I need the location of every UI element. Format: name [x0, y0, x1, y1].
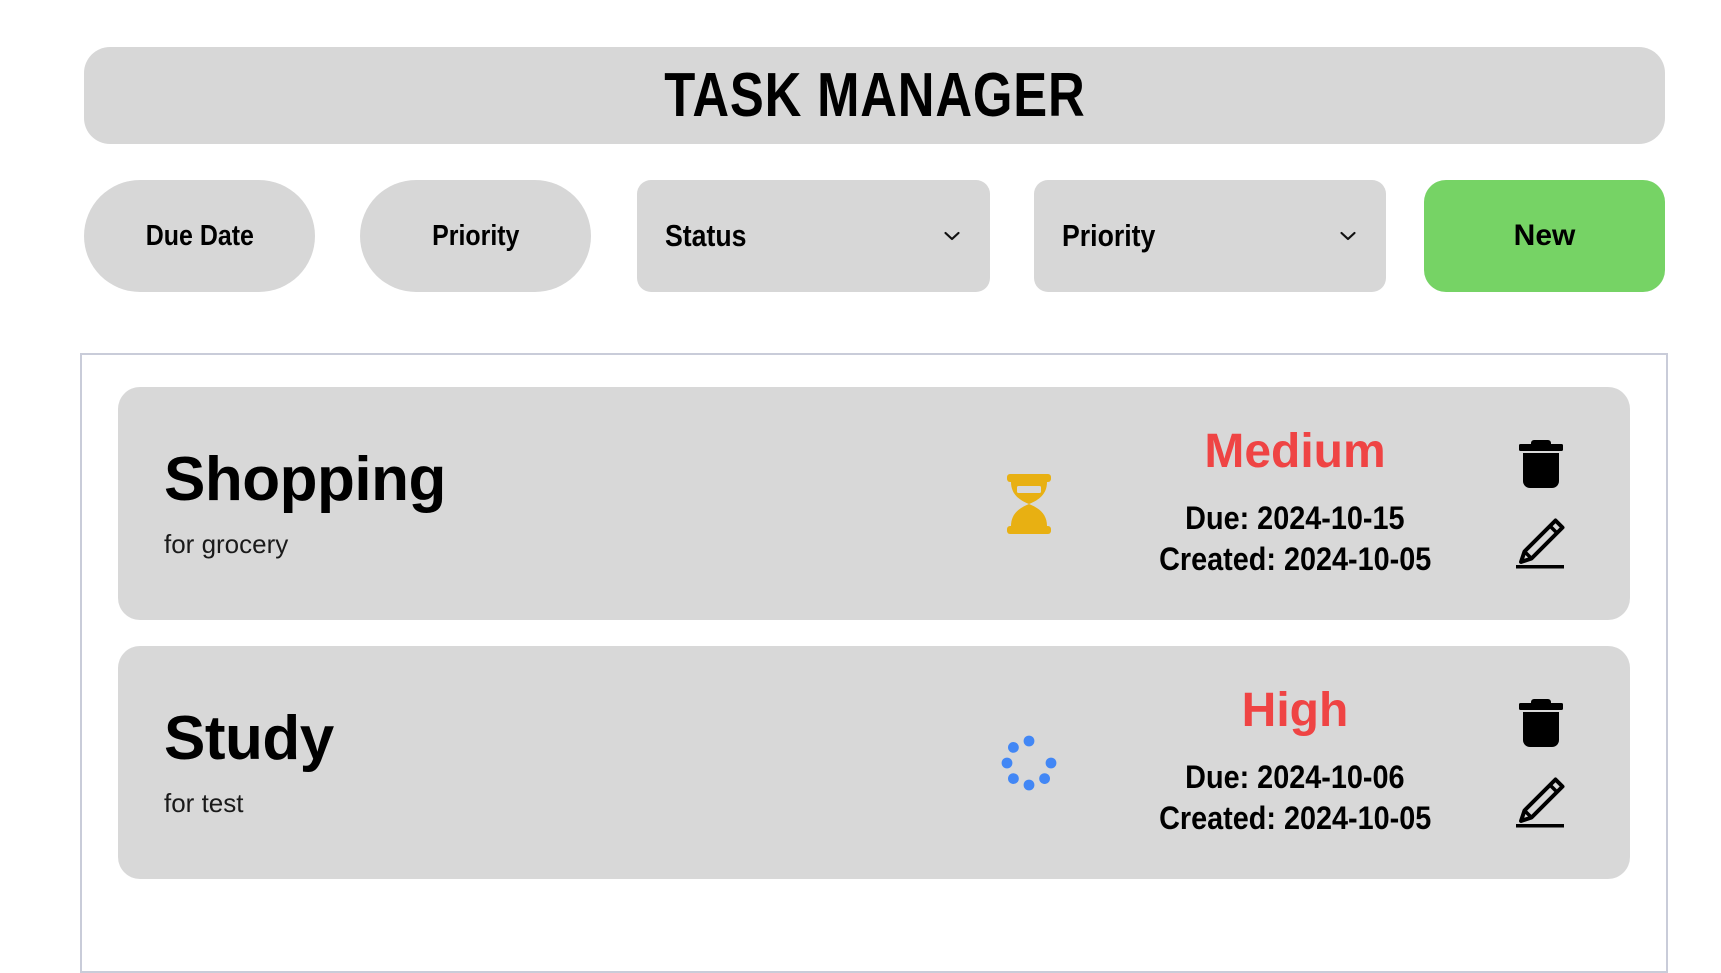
- edit-task-button[interactable]: [1511, 515, 1571, 571]
- task-list: Shopping for grocery Medium Due: 2024-10…: [80, 353, 1668, 973]
- task-card[interactable]: Shopping for grocery Medium Due: 2024-10…: [118, 387, 1630, 620]
- priority-filter-select[interactable]: Priority: [1034, 180, 1386, 292]
- priority-badge: High: [1241, 683, 1349, 737]
- chevron-down-icon: [1340, 231, 1356, 241]
- task-card[interactable]: Study for test High Due: 2024-10-06 Crea…: [118, 646, 1630, 879]
- hourglass-icon: [1007, 473, 1051, 534]
- new-task-label: New: [1513, 219, 1576, 252]
- sort-by-priority-button[interactable]: Priority: [360, 180, 591, 292]
- task-status: [924, 646, 1134, 879]
- task-card-main: Study for test: [118, 646, 924, 879]
- sort-by-due-date-label: Due Date: [145, 219, 254, 252]
- app-header: TASK MANAGER: [84, 47, 1665, 144]
- due-date-text: Due: 2024-10-15: [1185, 499, 1405, 536]
- priority-filter-value: Priority: [1062, 218, 1156, 253]
- edit-task-button[interactable]: [1511, 774, 1571, 830]
- task-card-main: Shopping for grocery: [118, 387, 924, 620]
- delete-task-button[interactable]: [1517, 437, 1565, 489]
- sort-by-due-date-button[interactable]: Due Date: [84, 180, 315, 292]
- trash-icon: [1519, 698, 1563, 747]
- task-title: Study: [164, 704, 334, 774]
- task-description: for test: [164, 787, 244, 818]
- task-manager-app: TASK MANAGER Due Date Priority Status Pr…: [0, 0, 1721, 973]
- due-date-text: Due: 2024-10-06: [1185, 758, 1405, 795]
- pencil-icon: [1516, 518, 1565, 568]
- trash-icon: [1519, 439, 1563, 488]
- new-task-button[interactable]: New: [1424, 180, 1665, 292]
- toolbar: Due Date Priority Status Priority New: [84, 180, 1665, 292]
- delete-task-button[interactable]: [1517, 696, 1565, 748]
- pencil-icon: [1516, 777, 1565, 827]
- page-title: TASK MANAGER: [663, 61, 1086, 130]
- task-actions: [1466, 387, 1630, 620]
- task-actions: [1466, 646, 1630, 879]
- task-title: Shopping: [164, 445, 446, 515]
- task-meta: High Due: 2024-10-06 Created: 2024-10-05: [1134, 646, 1466, 879]
- task-description: for grocery: [164, 528, 289, 559]
- status-filter-value: Status: [665, 218, 747, 253]
- priority-badge: Medium: [1204, 424, 1386, 478]
- created-date-text: Created: 2024-10-05: [1158, 540, 1432, 577]
- status-filter-select[interactable]: Status: [637, 180, 990, 292]
- spinner-icon: [1001, 735, 1057, 790]
- task-status: [924, 387, 1134, 620]
- task-meta: Medium Due: 2024-10-15 Created: 2024-10-…: [1134, 387, 1466, 620]
- chevron-down-icon: [944, 231, 960, 241]
- created-date-text: Created: 2024-10-05: [1158, 799, 1432, 836]
- sort-by-priority-label: Priority: [431, 219, 520, 252]
